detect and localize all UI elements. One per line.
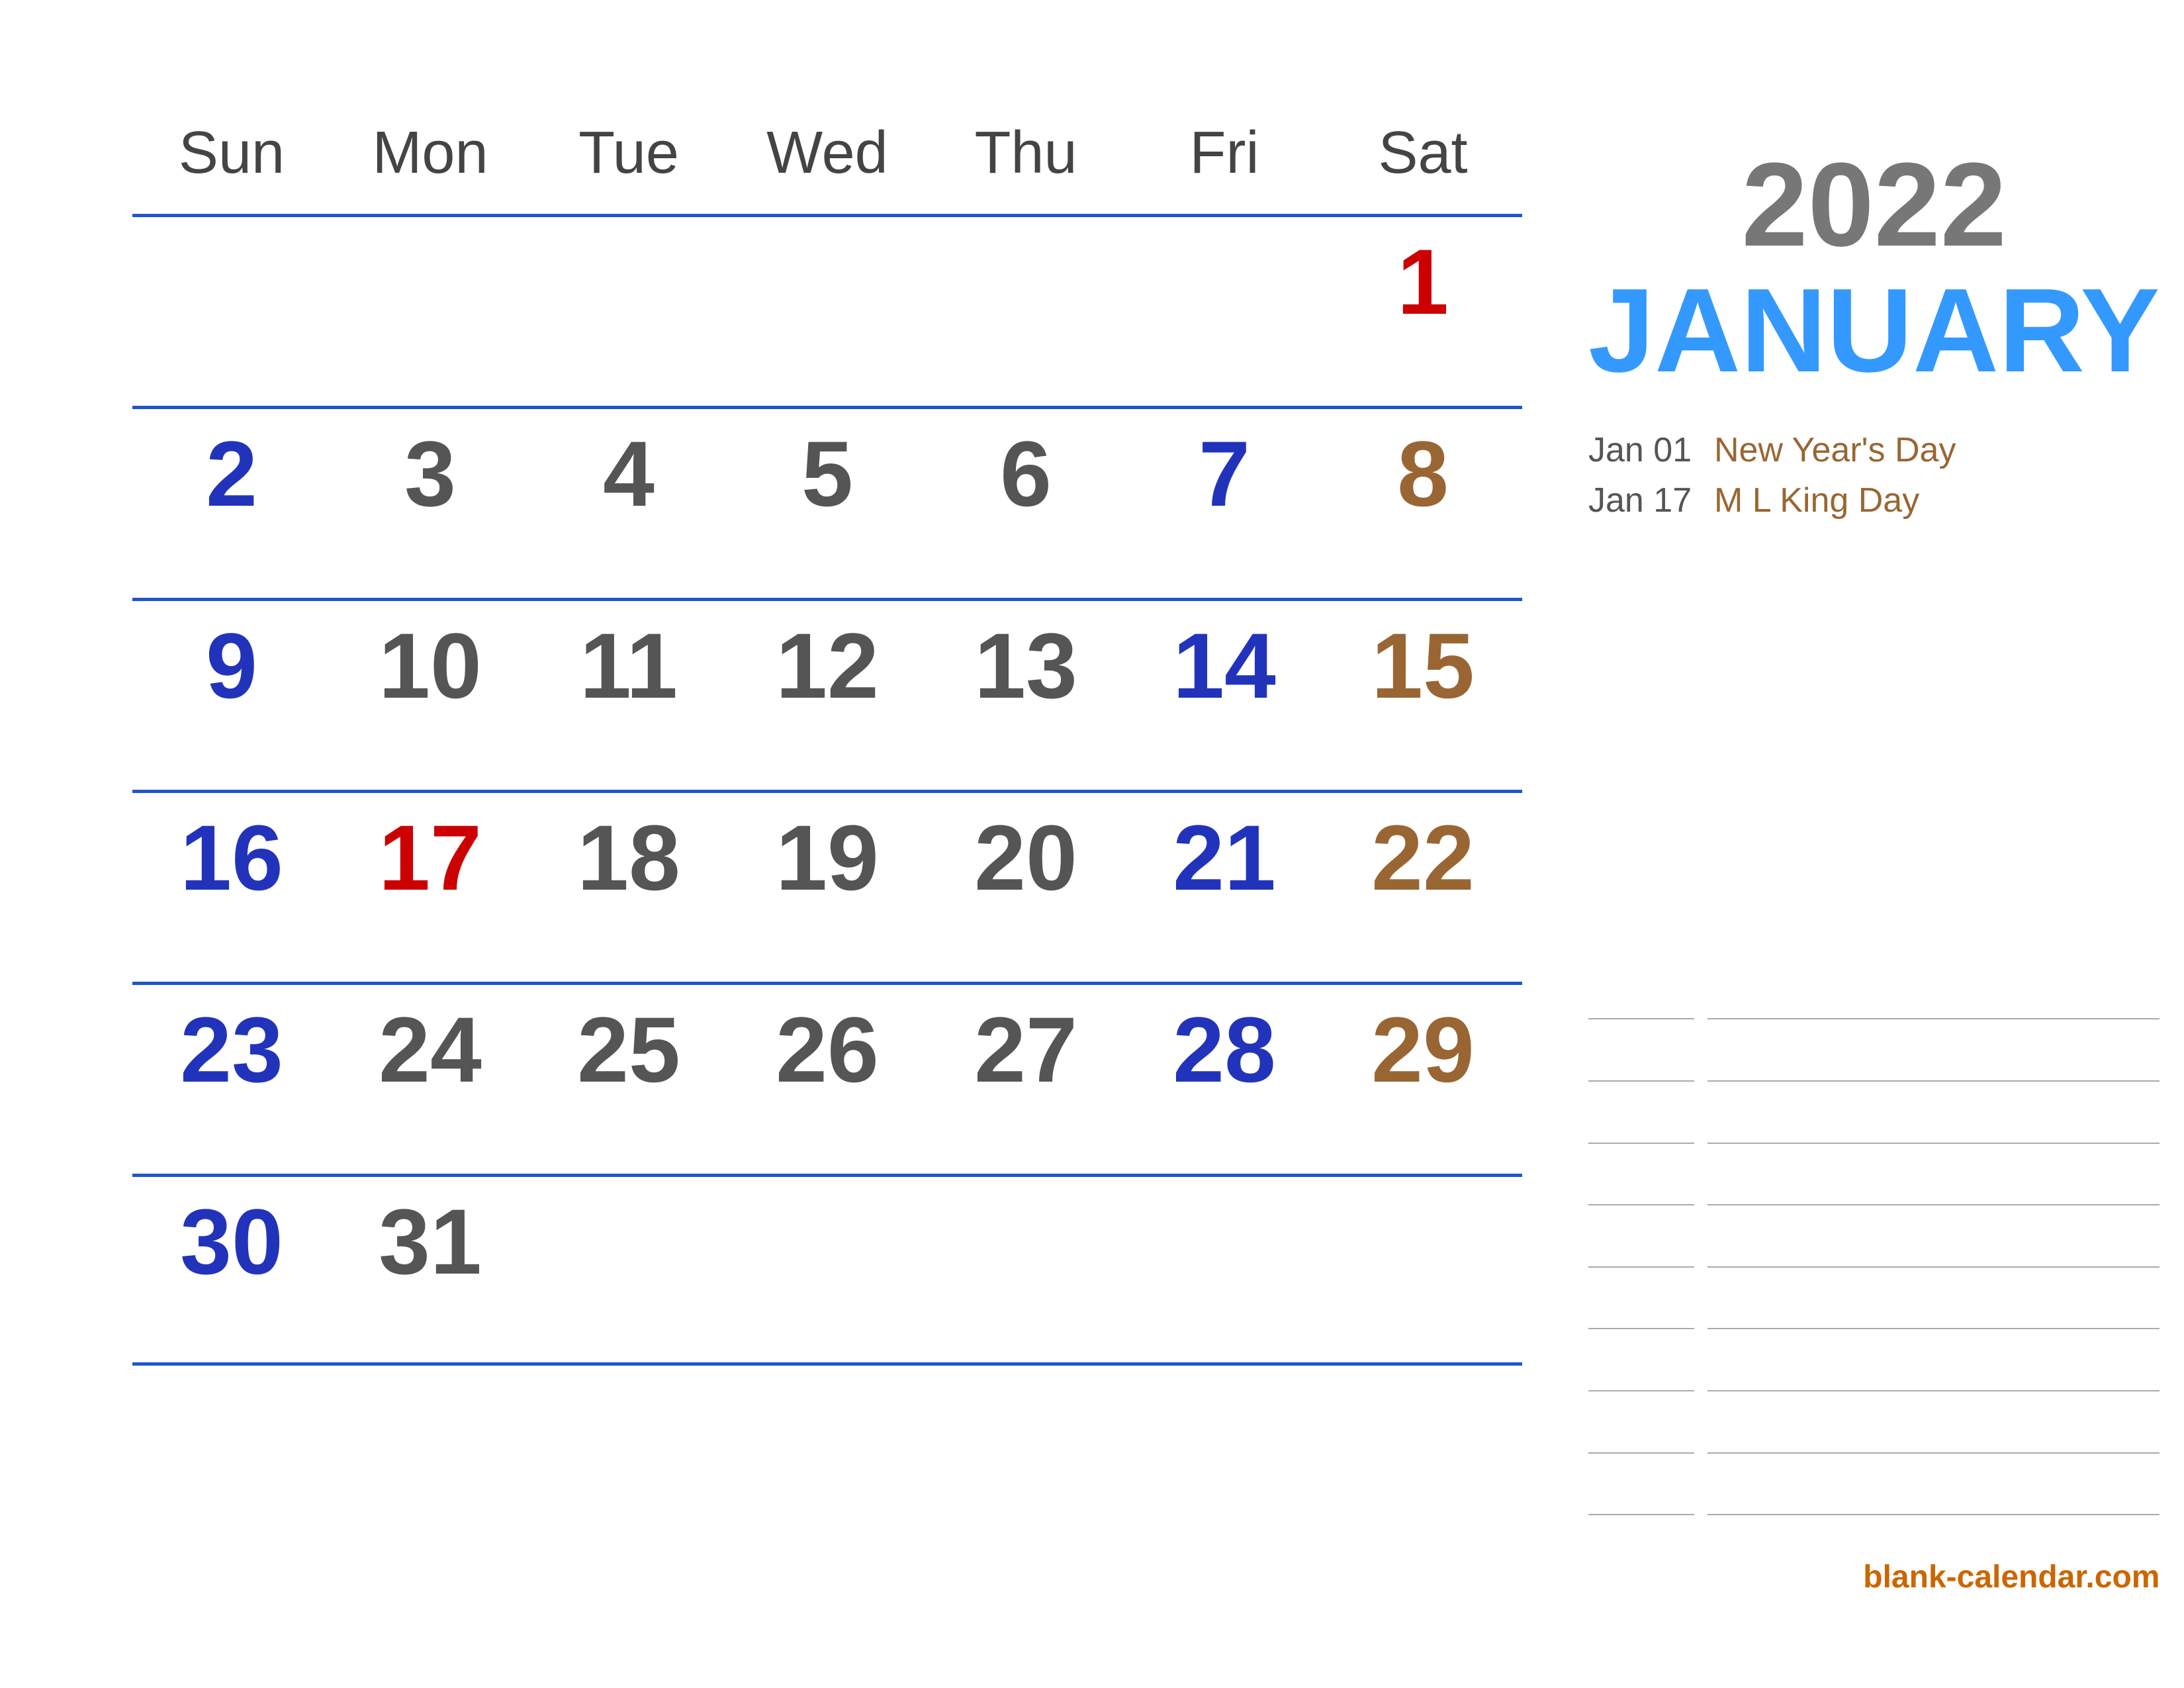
day-cell: 18 <box>529 805 728 911</box>
day-cell: 30 <box>132 1189 331 1295</box>
note-date-line <box>1588 1328 1694 1329</box>
note-text-line <box>1707 1452 2160 1454</box>
week-row-4: 23242526272829 <box>132 982 1522 1174</box>
note-text-line <box>1707 1018 2160 1019</box>
note-date-line <box>1588 1080 1694 1082</box>
day-header-wed: Wed <box>728 119 927 194</box>
day-cell <box>1324 1189 1522 1202</box>
day-cell <box>529 1189 728 1202</box>
day-cell: 5 <box>728 421 927 527</box>
day-cell: 19 <box>728 805 927 911</box>
note-text-line <box>1707 1143 2160 1144</box>
day-cell: 11 <box>529 613 728 719</box>
day-cell: 25 <box>529 997 728 1103</box>
calendar-page: SunMonTueWedThuFriSat 123456789101112131… <box>0 0 2184 1688</box>
day-header-sun: Sun <box>132 119 331 194</box>
day-cell: 27 <box>927 997 1125 1103</box>
note-line-5 <box>1588 1328 2160 1329</box>
calendar-grid: SunMonTueWedThuFriSat 123456789101112131… <box>132 119 1522 1595</box>
day-cell: 26 <box>728 997 927 1103</box>
note-date-line <box>1588 1266 1694 1268</box>
day-cell: 3 <box>331 421 529 527</box>
note-line-6 <box>1588 1390 2160 1391</box>
holiday-date: Jan 17 <box>1588 481 1694 520</box>
note-line-2 <box>1588 1143 2160 1144</box>
week-row-2: 9101112131415 <box>132 598 1522 790</box>
note-date-line <box>1588 1390 1694 1391</box>
note-line-4 <box>1588 1266 2160 1268</box>
day-cell: 1 <box>1324 229 1522 335</box>
day-cell <box>132 229 331 242</box>
day-cell: 13 <box>927 613 1125 719</box>
holiday-date: Jan 01 <box>1588 430 1694 470</box>
year-label: 2022 <box>1588 146 2160 265</box>
day-cell <box>927 1189 1125 1202</box>
note-line-7 <box>1588 1452 2160 1454</box>
notes-lines <box>1588 988 2160 1546</box>
day-cell: 31 <box>331 1189 529 1295</box>
day-cell <box>331 229 529 242</box>
day-cell: 6 <box>927 421 1125 527</box>
day-cell <box>1125 229 1324 242</box>
day-cell: 7 <box>1125 421 1324 527</box>
day-cell: 2 <box>132 421 331 527</box>
note-date-line <box>1588 1204 1694 1205</box>
week-row-1: 2345678 <box>132 406 1522 598</box>
holiday-entry-1: Jan 17 M L King Day <box>1588 481 2160 526</box>
note-date-line <box>1588 1143 1694 1144</box>
day-cell: 12 <box>728 613 927 719</box>
day-cell: 16 <box>132 805 331 911</box>
week-row-5: 3031 <box>132 1174 1522 1366</box>
day-cell: 8 <box>1324 421 1522 527</box>
note-date-line <box>1588 1018 1694 1019</box>
note-text-line <box>1707 1328 2160 1329</box>
note-line-0 <box>1588 1018 2160 1019</box>
holiday-name: New Year's Day <box>1714 430 1956 470</box>
calendar-sidebar: 2022 JANUARY Jan 01 New Year's Day Jan 17 M… <box>1562 119 2160 1595</box>
note-line-8 <box>1588 1514 2160 1515</box>
day-cell: 4 <box>529 421 728 527</box>
note-text-line <box>1707 1514 2160 1515</box>
day-cell: 21 <box>1125 805 1324 911</box>
day-cell: 22 <box>1324 805 1522 911</box>
day-cell <box>529 229 728 242</box>
day-cell: 14 <box>1125 613 1324 719</box>
day-header-fri: Fri <box>1125 119 1324 194</box>
day-cell <box>927 229 1125 242</box>
day-cell: 20 <box>927 805 1125 911</box>
weeks-container: 1234567891011121314151617181920212223242… <box>132 214 1522 1366</box>
day-cell: 24 <box>331 997 529 1103</box>
note-text-line <box>1707 1266 2160 1268</box>
holiday-entry-0: Jan 01 New Year's Day <box>1588 430 2160 475</box>
note-text-line <box>1707 1080 2160 1082</box>
day-cell <box>728 229 927 242</box>
note-text-line <box>1707 1204 2160 1205</box>
holidays-section: Jan 01 New Year's Day Jan 17 M L King Day <box>1588 430 2160 988</box>
day-cell: 9 <box>132 613 331 719</box>
day-cell: 10 <box>331 613 529 719</box>
day-header-mon: Mon <box>331 119 529 194</box>
month-label: JANUARY <box>1588 271 2160 391</box>
watermark: blank-calendar.com <box>1588 1546 2160 1595</box>
holiday-name: M L King Day <box>1714 481 1919 520</box>
note-line-1 <box>1588 1080 2160 1082</box>
week-row-0: 1 <box>132 214 1522 406</box>
day-cell: 15 <box>1324 613 1522 719</box>
day-cell: 23 <box>132 997 331 1103</box>
note-text-line <box>1707 1390 2160 1391</box>
day-header-thu: Thu <box>927 119 1125 194</box>
note-date-line <box>1588 1452 1694 1454</box>
week-row-3: 16171819202122 <box>132 790 1522 982</box>
day-cell <box>1125 1189 1324 1202</box>
day-cell: 17 <box>331 805 529 911</box>
day-cell <box>728 1189 927 1202</box>
day-cell: 29 <box>1324 997 1522 1103</box>
day-cell: 28 <box>1125 997 1324 1103</box>
note-date-line <box>1588 1514 1694 1515</box>
day-header-tue: Tue <box>529 119 728 194</box>
note-line-3 <box>1588 1204 2160 1205</box>
day-header-sat: Sat <box>1324 119 1522 194</box>
day-headers-row: SunMonTueWedThuFriSat <box>132 119 1522 194</box>
